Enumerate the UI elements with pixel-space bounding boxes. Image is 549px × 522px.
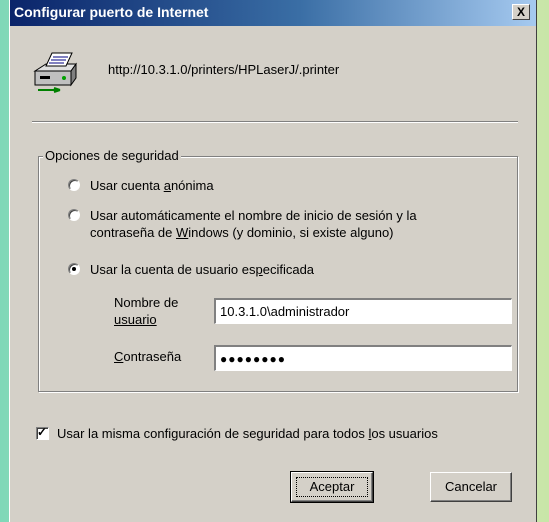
cancel-button-label: Cancelar	[444, 479, 498, 494]
password-field[interactable]: ●●●●●●●●	[214, 345, 512, 371]
close-button[interactable]: X	[512, 4, 530, 20]
same-config-checkbox[interactable]: ✓	[36, 425, 49, 440]
cancel-button[interactable]: Cancelar	[430, 472, 512, 502]
radio-anonymous-indicator[interactable]	[68, 179, 80, 191]
username-field[interactable]: 10.3.1.0\administrador	[214, 298, 512, 324]
radio-anonymous-label[interactable]: Usar cuenta anónima	[90, 177, 214, 194]
username-label: Nombre de usuario	[114, 294, 178, 328]
group-title: Opciones de seguridad	[43, 148, 181, 163]
printer-url: http://10.3.1.0/printers/HPLaserJ/.print…	[108, 62, 340, 77]
title-bar: Configurar puerto de Internet X	[10, 0, 536, 26]
printer-icon	[33, 52, 77, 93]
radio-specified-account-label[interactable]: Usar la cuenta de usuario especificada	[90, 261, 314, 278]
radio-windows-login[interactable]: Usar automáticamente el nombre de inicio…	[68, 207, 417, 241]
radio-windows-login-indicator[interactable]	[68, 209, 80, 221]
separator	[32, 121, 518, 123]
ok-button[interactable]: Aceptar	[290, 471, 374, 503]
window-title: Configurar puerto de Internet	[14, 4, 209, 20]
same-config-label[interactable]: Usar la misma configuración de seguridad…	[57, 426, 438, 441]
dialog-window: Configurar puerto de Internet X http://1…	[9, 0, 537, 522]
radio-specified-account[interactable]: Usar la cuenta de usuario especificada	[68, 261, 314, 278]
radio-windows-login-label[interactable]: Usar automáticamente el nombre de inicio…	[90, 207, 417, 241]
radio-windows-login-line2: contraseña de Windows (y dominio, si exi…	[90, 225, 394, 240]
radio-specified-account-indicator[interactable]	[68, 263, 80, 275]
username-label-line2: usuario	[114, 312, 157, 327]
password-label: Contraseña	[114, 349, 182, 364]
focus-rect	[296, 477, 368, 497]
checkmark-icon: ✓	[37, 425, 48, 439]
radio-anonymous[interactable]: Usar cuenta anónima	[68, 177, 214, 194]
username-label-line1: Nombre de	[114, 295, 179, 310]
radio-windows-login-line1: Usar automáticamente el nombre de inicio…	[90, 208, 417, 223]
same-config-checkbox-row[interactable]: ✓ Usar la misma configuración de segurid…	[36, 425, 438, 441]
